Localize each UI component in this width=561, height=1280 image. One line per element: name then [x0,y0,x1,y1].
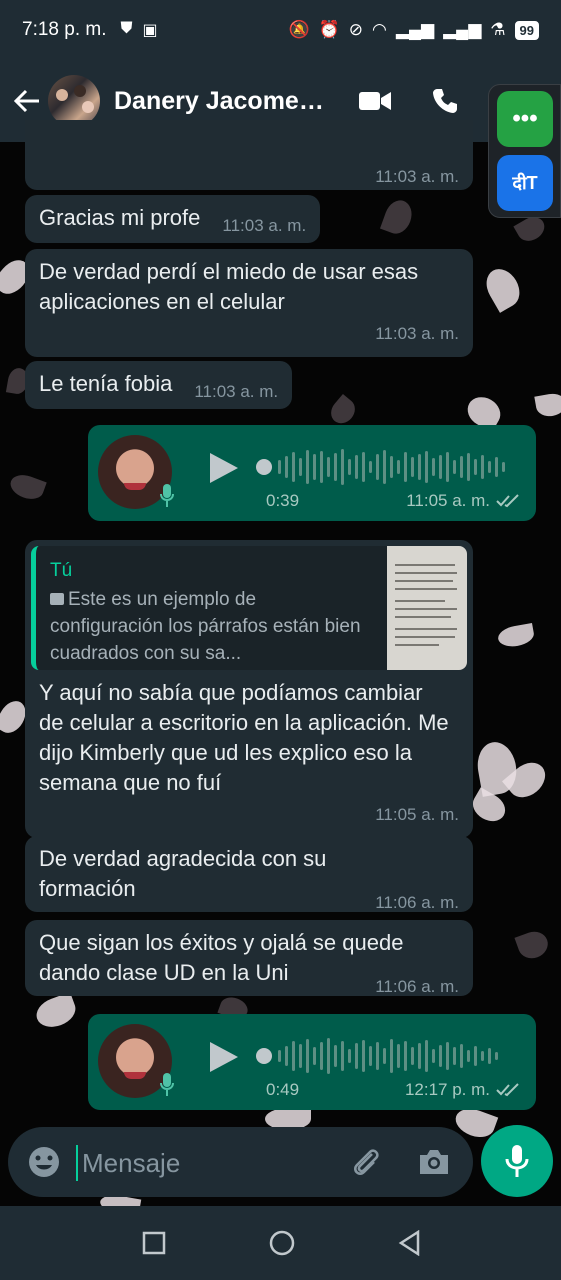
message-bubble[interactable]: Gracias mi profe 11:03 a. m. [25,195,321,243]
voice-duration: 0:49 [266,1080,300,1099]
waveform[interactable] [256,1032,516,1080]
chat-title[interactable]: Danery Jacome Reyes [114,87,330,116]
emoji-icon[interactable] [26,1144,62,1180]
alarm-icon: ⏰ [318,20,340,39]
battery-indicator: 99 [514,20,539,40]
message-input[interactable] [76,1145,336,1181]
phone-icon[interactable] [425,81,465,121]
recent-apps-icon[interactable] [142,1231,166,1255]
image-icon [50,593,64,605]
microphone-icon [156,481,178,511]
arrow-left-icon[interactable] [12,86,42,116]
message-composer [8,1127,473,1197]
message-bubble[interactable]: De verdad agradecida con su formación 11… [25,836,473,912]
message-time: 11:06 a. m. [375,893,459,912]
microphone-button[interactable] [481,1125,553,1197]
app-notification-icon: ▣ [142,22,158,39]
message-time: 11:06 a. m. [375,977,459,996]
signal-icon: ▂▄▆ [395,20,435,39]
message-text: Gracias mi profe [39,205,201,230]
voice-message[interactable]: 0:49 12:17 p. m. [88,1014,536,1110]
flask-icon: ⚗ [490,20,506,39]
message-time: 11:03 a. m. [375,324,459,343]
message-bubble[interactable]: Que sigan los éxitos y ojalá se quede da… [25,920,473,996]
message-time: 11:05 a. m. [406,491,490,510]
home-icon[interactable] [269,1230,295,1256]
mute-icon: 🔕 [288,20,310,39]
signal-icon-2: ▂▄▆ [443,20,482,39]
navigation-bar [0,1206,561,1280]
message-bubble[interactable]: Le tenía fobia 11:03 a. m. [25,361,293,409]
message-text: De verdad agradecida con su formación [39,846,327,901]
voice-message[interactable]: 0:39 11:05 a. m. [88,425,536,521]
message-bubble[interactable]: 11:03 a. m. [25,120,473,190]
microphone-icon [505,1145,529,1177]
camera-icon[interactable] [416,1144,452,1180]
quote-text: Este es un ejemplo de configuración los … [50,589,361,664]
double-check-icon [496,494,519,508]
message-text: Y aquí no sabía que podíamos cambiar de … [39,680,449,795]
message-time: 11:05 a. m. [375,805,459,824]
message-time: 11:03 a. m. [222,216,307,235]
play-icon[interactable] [206,451,240,485]
microphone-icon [156,1070,178,1100]
message-time: 12:17 p. m. [404,1080,490,1099]
play-icon[interactable] [206,1040,240,1074]
chat-bubble-icon[interactable]: ••• [497,91,553,147]
message-bubble[interactable]: Tú Este es un ejemplo de configuración l… [25,540,473,838]
quoted-message[interactable]: Tú Este es un ejemplo de configuración l… [31,546,467,670]
paperclip-icon[interactable] [348,1144,384,1180]
playback-handle[interactable] [256,459,272,475]
message-text: De verdad perdí el miedo de usar esas ap… [39,259,419,314]
do-not-disturb-icon: ⊘ [348,20,364,39]
quote-author: Tú [50,560,73,581]
double-check-icon [496,1083,519,1097]
translate-icon[interactable]: दीT [497,155,553,211]
voice-duration: 0:39 [266,491,300,510]
back-nav-icon[interactable] [398,1230,420,1256]
playback-handle[interactable] [256,1048,272,1064]
shield-icon: ⛊ [120,20,133,37]
status-time: 7:18 p. m. [22,19,107,40]
message-bubble[interactable]: De verdad perdí el miedo de usar esas ap… [25,249,473,357]
wifi-icon: ◠ [372,20,387,39]
message-text: Le tenía fobia [39,371,173,396]
status-bar: 7:18 p. m. ⛊ ▣ 🔕 ⏰ ⊘ ◠ ▂▄▆ ▂▄▆ ⚗ 99 [0,0,561,60]
waveform[interactable] [256,443,516,491]
message-time: 11:03 a. m. [194,382,279,401]
document-thumbnail [387,546,467,670]
floating-panel: ••• दीT [488,84,561,218]
message-time: 11:03 a. m. [375,167,459,186]
video-camera-icon[interactable] [355,81,395,121]
